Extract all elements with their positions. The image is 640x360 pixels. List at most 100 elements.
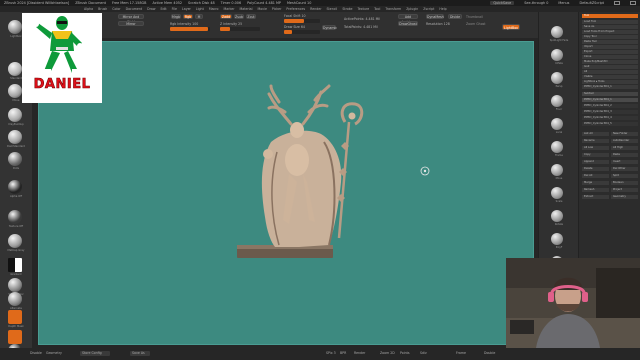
gradient-icon[interactable] (8, 258, 22, 272)
tool-row[interactable]: Paste Tool (582, 40, 638, 44)
subtool-item[interactable]: PM3D_Cylinder3D4_1 (582, 98, 638, 102)
tool-row[interactable]: Visible (582, 75, 638, 79)
tool-row[interactable]: Clone (582, 55, 638, 59)
tool-row[interactable]: PM3D_Cylinder3D4_1 (582, 85, 638, 89)
zcut-button[interactable]: Zcut (246, 14, 256, 19)
tool-panel-header[interactable]: Tool (582, 14, 638, 18)
draw-size-slider[interactable] (284, 30, 320, 34)
switchcolor-icon[interactable] (8, 278, 22, 292)
render-label[interactable]: Render (354, 351, 365, 355)
zoom-label[interactable]: Zoom 2D (380, 351, 395, 355)
subtool-action-button[interactable]: List All (582, 132, 609, 136)
sculptris-pro-icon[interactable] (8, 330, 22, 344)
menu-item-document[interactable]: Document (126, 7, 143, 11)
rgb-button[interactable]: Rgb (183, 14, 193, 19)
subtool-action-button[interactable]: Remesh (582, 188, 609, 192)
mrgb-button[interactable]: Mrgb (171, 14, 181, 19)
geometry-label[interactable]: Geometry (46, 351, 62, 355)
menu-item-movie[interactable]: Movie (257, 7, 266, 11)
tool-row[interactable]: Save As (582, 25, 638, 29)
move-brush-icon[interactable] (8, 84, 22, 98)
menu-item-file[interactable]: File (172, 7, 177, 11)
menus-toggle[interactable]: Menus (558, 1, 569, 5)
tool-row[interactable]: Load Tools From Project (582, 30, 638, 34)
menu-item-texture[interactable]: Texture (357, 7, 369, 11)
menu-item-stroke[interactable]: Stroke (342, 7, 352, 11)
subtool-action-button[interactable]: Merge (582, 181, 609, 185)
depth-mask-icon[interactable] (8, 310, 22, 324)
palette-scale-icon[interactable] (551, 187, 563, 199)
spix-label[interactable]: SPix 3 (326, 351, 336, 355)
tool-row[interactable]: Lightbox ▸ Tools (582, 80, 638, 84)
subtool-action-button[interactable]: Split (611, 174, 638, 178)
z-intensity-slider[interactable] (220, 27, 260, 31)
palette-inflate-icon[interactable] (551, 49, 563, 61)
menu-item-zplugin[interactable]: Zplugin (406, 7, 418, 11)
thumbnail-label[interactable]: Thumbnail (466, 15, 483, 19)
menu-item-transform[interactable]: Transform (385, 7, 401, 11)
dots-stroke-icon[interactable] (8, 152, 22, 166)
tool-row[interactable]: Load Tool (582, 20, 638, 24)
bpr-label[interactable]: BPR (340, 351, 346, 355)
viewport-canvas[interactable] (38, 41, 534, 345)
palette-move-icon[interactable] (551, 164, 563, 176)
close-button[interactable] (630, 1, 636, 5)
quicksave-button[interactable]: QuickSave (490, 1, 515, 5)
mirror-button[interactable]: Mirror (118, 21, 144, 26)
subtool-action-button[interactable]: New Folder (611, 132, 638, 136)
menu-item-help[interactable]: Help (439, 7, 446, 11)
palette-frame-icon[interactable] (551, 141, 563, 153)
zadd-button[interactable]: Zadd (220, 14, 232, 19)
damstandard-brush-icon[interactable] (8, 130, 22, 144)
tool-row[interactable]: All (582, 70, 638, 74)
sdiv-label[interactable]: Sdiv (420, 351, 427, 355)
m-button[interactable]: M (195, 14, 203, 19)
menu-item-picker[interactable]: Picker (272, 7, 282, 11)
menu-item-render[interactable]: Render (310, 7, 321, 11)
subtool-item[interactable]: PM3D_Cylinder3D4_2 (582, 104, 638, 108)
subtool-header[interactable]: Subtool (582, 92, 638, 96)
tool-row[interactable]: Make PolyMesh3D (582, 60, 638, 64)
mirror-weld-button[interactable]: Mirror And Weld (118, 14, 144, 24)
matcap-gray-icon[interactable] (8, 234, 22, 248)
subtool-action-button[interactable]: Insert (611, 160, 638, 164)
standard-brush-icon[interactable] (8, 62, 22, 76)
menu-item-zscript[interactable]: Zscript (423, 7, 434, 11)
subtool-action-button[interactable]: Geometry (611, 195, 638, 199)
subtool-action-button[interactable]: Paste (611, 153, 638, 157)
minimize-button[interactable] (614, 1, 620, 5)
tool-row[interactable]: GoZ (582, 65, 638, 69)
texture-off-icon[interactable] (8, 210, 22, 224)
disable-label[interactable]: Disable (30, 351, 42, 355)
palette-rotate-icon[interactable] (551, 210, 563, 222)
menu-item-marker[interactable]: Marker (224, 7, 235, 11)
menu-item-draw[interactable]: Draw (147, 7, 155, 11)
menu-item-light[interactable]: Light (196, 7, 204, 11)
tool-row[interactable]: Export (582, 50, 638, 54)
subtool-item[interactable]: PM3D_Cylinder3D4_4 (582, 116, 638, 120)
menu-item-edit[interactable]: Edit (160, 7, 166, 11)
subtool-action-button[interactable]: AutoReorder (611, 139, 638, 143)
double-label[interactable]: Double (484, 351, 495, 355)
points-label[interactable]: Points (400, 351, 410, 355)
alternate-icon[interactable] (8, 292, 22, 306)
divide-button[interactable]: Divide (448, 14, 462, 19)
tool-row[interactable]: Copy Tool (582, 35, 638, 39)
see-through-slider[interactable]: See-through 0 (524, 1, 548, 5)
tool-row[interactable]: Import (582, 45, 638, 49)
menu-item-preferences[interactable]: Preferences (286, 7, 305, 11)
menu-item-macro[interactable]: Macro (209, 7, 219, 11)
menu-item-color[interactable]: Color (112, 7, 120, 11)
menu-item-layer[interactable]: Layer (182, 7, 191, 11)
menu-item-stencil[interactable]: Stencil (327, 7, 338, 11)
subtool-item[interactable]: PM3D_Cylinder3D4_5 (582, 122, 638, 126)
lightbox-icon[interactable] (8, 20, 22, 34)
sculpt-model-svg[interactable] (39, 42, 535, 346)
add-incision-button[interactable]: Add Incision (398, 14, 418, 24)
zoom-ghost-label[interactable]: Zoom Ghost (466, 22, 486, 26)
subtool-action-button[interactable]: All High (611, 146, 638, 150)
frame-label[interactable]: Frame (456, 351, 466, 355)
default-script[interactable]: DefaultZScript (579, 1, 604, 5)
palette-floor-icon[interactable] (551, 95, 563, 107)
draw-ghost-button[interactable]: DrawGhost (398, 21, 418, 26)
